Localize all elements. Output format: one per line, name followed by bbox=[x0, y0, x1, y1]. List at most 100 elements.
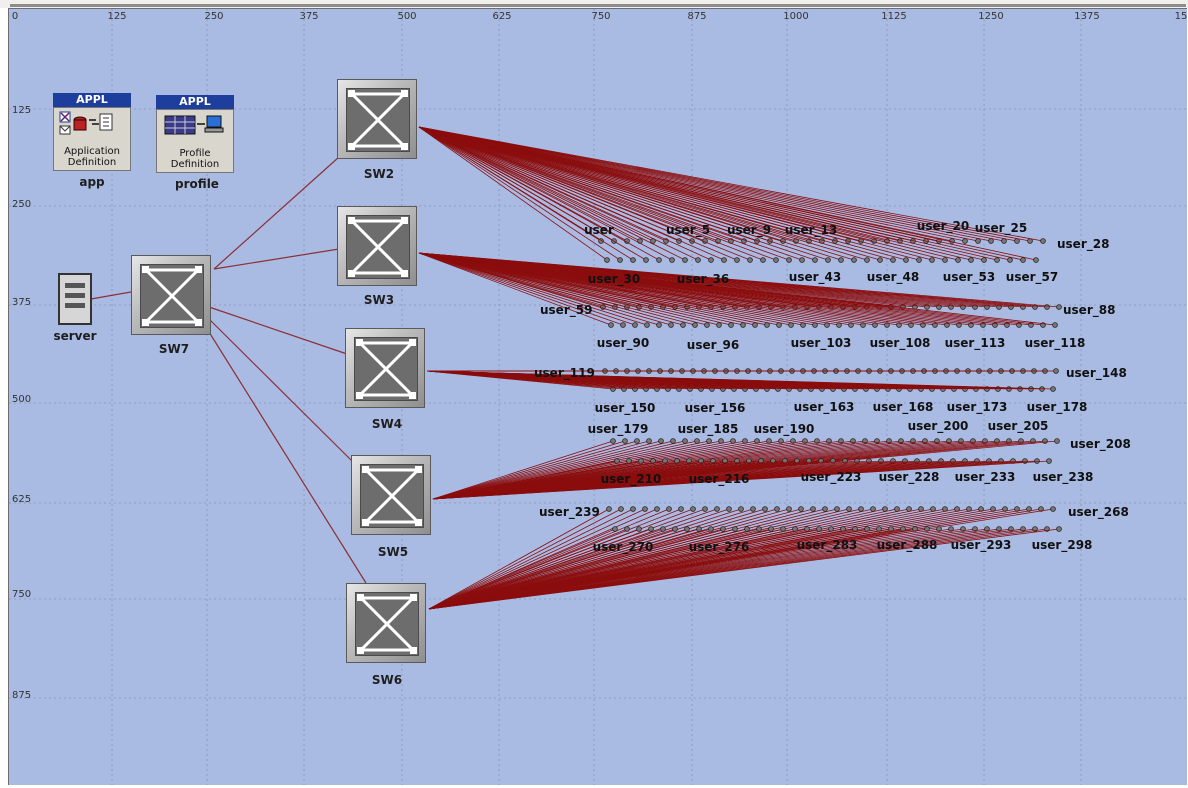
user-node[interactable] bbox=[708, 257, 714, 263]
user-node[interactable] bbox=[690, 506, 696, 512]
user-label[interactable]: user_90 bbox=[597, 336, 649, 350]
user-node[interactable] bbox=[646, 438, 652, 444]
user-node[interactable] bbox=[666, 506, 672, 512]
user-node[interactable] bbox=[812, 257, 818, 263]
user-node[interactable] bbox=[656, 322, 662, 328]
user-node[interactable] bbox=[752, 322, 758, 328]
user-node[interactable] bbox=[624, 526, 630, 532]
user-node[interactable] bbox=[660, 526, 666, 532]
link-switch-user[interactable] bbox=[418, 126, 946, 261]
user-node[interactable] bbox=[670, 438, 676, 444]
server-node[interactable] bbox=[58, 273, 92, 325]
user-label[interactable]: user_238 bbox=[1033, 470, 1094, 484]
user-node[interactable] bbox=[636, 526, 642, 532]
user-label[interactable]: user_36 bbox=[677, 272, 729, 286]
user-node[interactable] bbox=[1033, 257, 1039, 263]
user-label[interactable]: user_168 bbox=[873, 400, 934, 414]
user-node[interactable] bbox=[810, 506, 816, 512]
user-node[interactable] bbox=[942, 257, 948, 263]
user-label[interactable]: user_190 bbox=[754, 422, 815, 436]
user-node[interactable] bbox=[612, 526, 618, 532]
user-label[interactable]: user_210 bbox=[601, 472, 662, 486]
user-node[interactable] bbox=[738, 506, 744, 512]
link-switch-user[interactable] bbox=[418, 126, 647, 261]
user-node[interactable] bbox=[732, 526, 738, 532]
user-node[interactable] bbox=[1042, 438, 1048, 444]
user-label[interactable]: user_288 bbox=[877, 538, 938, 552]
user-node[interactable] bbox=[786, 506, 792, 512]
user-node[interactable] bbox=[949, 238, 955, 244]
user-node[interactable] bbox=[740, 322, 746, 328]
user-node[interactable] bbox=[606, 506, 612, 512]
user-label[interactable]: user_276 bbox=[689, 540, 750, 554]
user-label[interactable]: user_30 bbox=[588, 272, 640, 286]
link-switch-user[interactable] bbox=[418, 126, 855, 261]
user-node[interactable] bbox=[604, 257, 610, 263]
link-switch-user[interactable] bbox=[418, 126, 764, 261]
user-label[interactable]: user_156 bbox=[685, 401, 746, 415]
user-node[interactable] bbox=[644, 322, 650, 328]
user-node[interactable] bbox=[744, 526, 750, 532]
profile-definition-node[interactable]: APPL Profile Definition bbox=[156, 95, 234, 175]
user-node[interactable] bbox=[714, 506, 720, 512]
user-label[interactable]: user_148 bbox=[1066, 366, 1127, 380]
user-node[interactable] bbox=[1050, 386, 1056, 392]
user-label[interactable]: user_25 bbox=[975, 221, 1027, 235]
link-server-sw7[interactable] bbox=[90, 291, 132, 300]
user-node[interactable] bbox=[610, 438, 616, 444]
user-label[interactable]: user_239 bbox=[539, 505, 600, 519]
user-node[interactable] bbox=[877, 257, 883, 263]
user-node[interactable] bbox=[669, 257, 675, 263]
user-node[interactable] bbox=[747, 257, 753, 263]
user-node[interactable] bbox=[734, 257, 740, 263]
user-label[interactable]: user_96 bbox=[687, 338, 739, 352]
user-node[interactable] bbox=[838, 257, 844, 263]
switch-sw5[interactable] bbox=[351, 455, 431, 535]
user-node[interactable] bbox=[656, 257, 662, 263]
user-node[interactable] bbox=[798, 506, 804, 512]
link-sw7-sw6[interactable] bbox=[203, 323, 367, 584]
user-label[interactable]: user_200 bbox=[908, 419, 969, 433]
user-node[interactable] bbox=[696, 526, 702, 532]
switch-sw6[interactable] bbox=[346, 583, 426, 663]
link-switch-user[interactable] bbox=[418, 126, 985, 261]
user-node[interactable] bbox=[682, 438, 688, 444]
user-label[interactable]: user_179 bbox=[588, 422, 649, 436]
user-node[interactable] bbox=[774, 506, 780, 512]
user-node[interactable] bbox=[1044, 304, 1050, 310]
user-node[interactable] bbox=[1046, 458, 1052, 464]
link-switch-user[interactable] bbox=[418, 126, 1024, 261]
user-label[interactable]: user_298 bbox=[1032, 538, 1093, 552]
user-node[interactable] bbox=[618, 506, 624, 512]
user-node[interactable] bbox=[682, 257, 688, 263]
user-node[interactable] bbox=[870, 506, 876, 512]
user-node[interactable] bbox=[994, 257, 1000, 263]
link-switch-user[interactable] bbox=[418, 126, 842, 261]
link-switch-user[interactable] bbox=[418, 126, 673, 261]
user-node[interactable] bbox=[834, 506, 840, 512]
user-node[interactable] bbox=[678, 506, 684, 512]
user-node[interactable] bbox=[1001, 238, 1007, 244]
user-node[interactable] bbox=[630, 257, 636, 263]
user-node[interactable] bbox=[760, 257, 766, 263]
user-node[interactable] bbox=[968, 257, 974, 263]
user-node[interactable] bbox=[1050, 506, 1056, 512]
user-node[interactable] bbox=[890, 257, 896, 263]
user-label[interactable]: user_43 bbox=[789, 270, 841, 284]
user-node[interactable] bbox=[702, 506, 708, 512]
user-label[interactable]: user_5 bbox=[666, 223, 710, 237]
user-node[interactable] bbox=[1054, 438, 1060, 444]
application-definition-node[interactable]: APPL Application Definition bbox=[53, 93, 131, 173]
user-node[interactable] bbox=[780, 526, 786, 532]
user-node[interactable] bbox=[708, 526, 714, 532]
user-label[interactable]: user_228 bbox=[879, 470, 940, 484]
user-node[interactable] bbox=[695, 257, 701, 263]
user-node[interactable] bbox=[929, 257, 935, 263]
user-node[interactable] bbox=[658, 438, 664, 444]
link-sw7-sw4[interactable] bbox=[208, 306, 348, 355]
user-node[interactable] bbox=[955, 257, 961, 263]
user-node[interactable] bbox=[903, 257, 909, 263]
user-label[interactable]: user_283 bbox=[797, 538, 858, 552]
user-label[interactable]: user_173 bbox=[947, 400, 1008, 414]
user-label[interactable]: user_268 bbox=[1068, 505, 1129, 519]
